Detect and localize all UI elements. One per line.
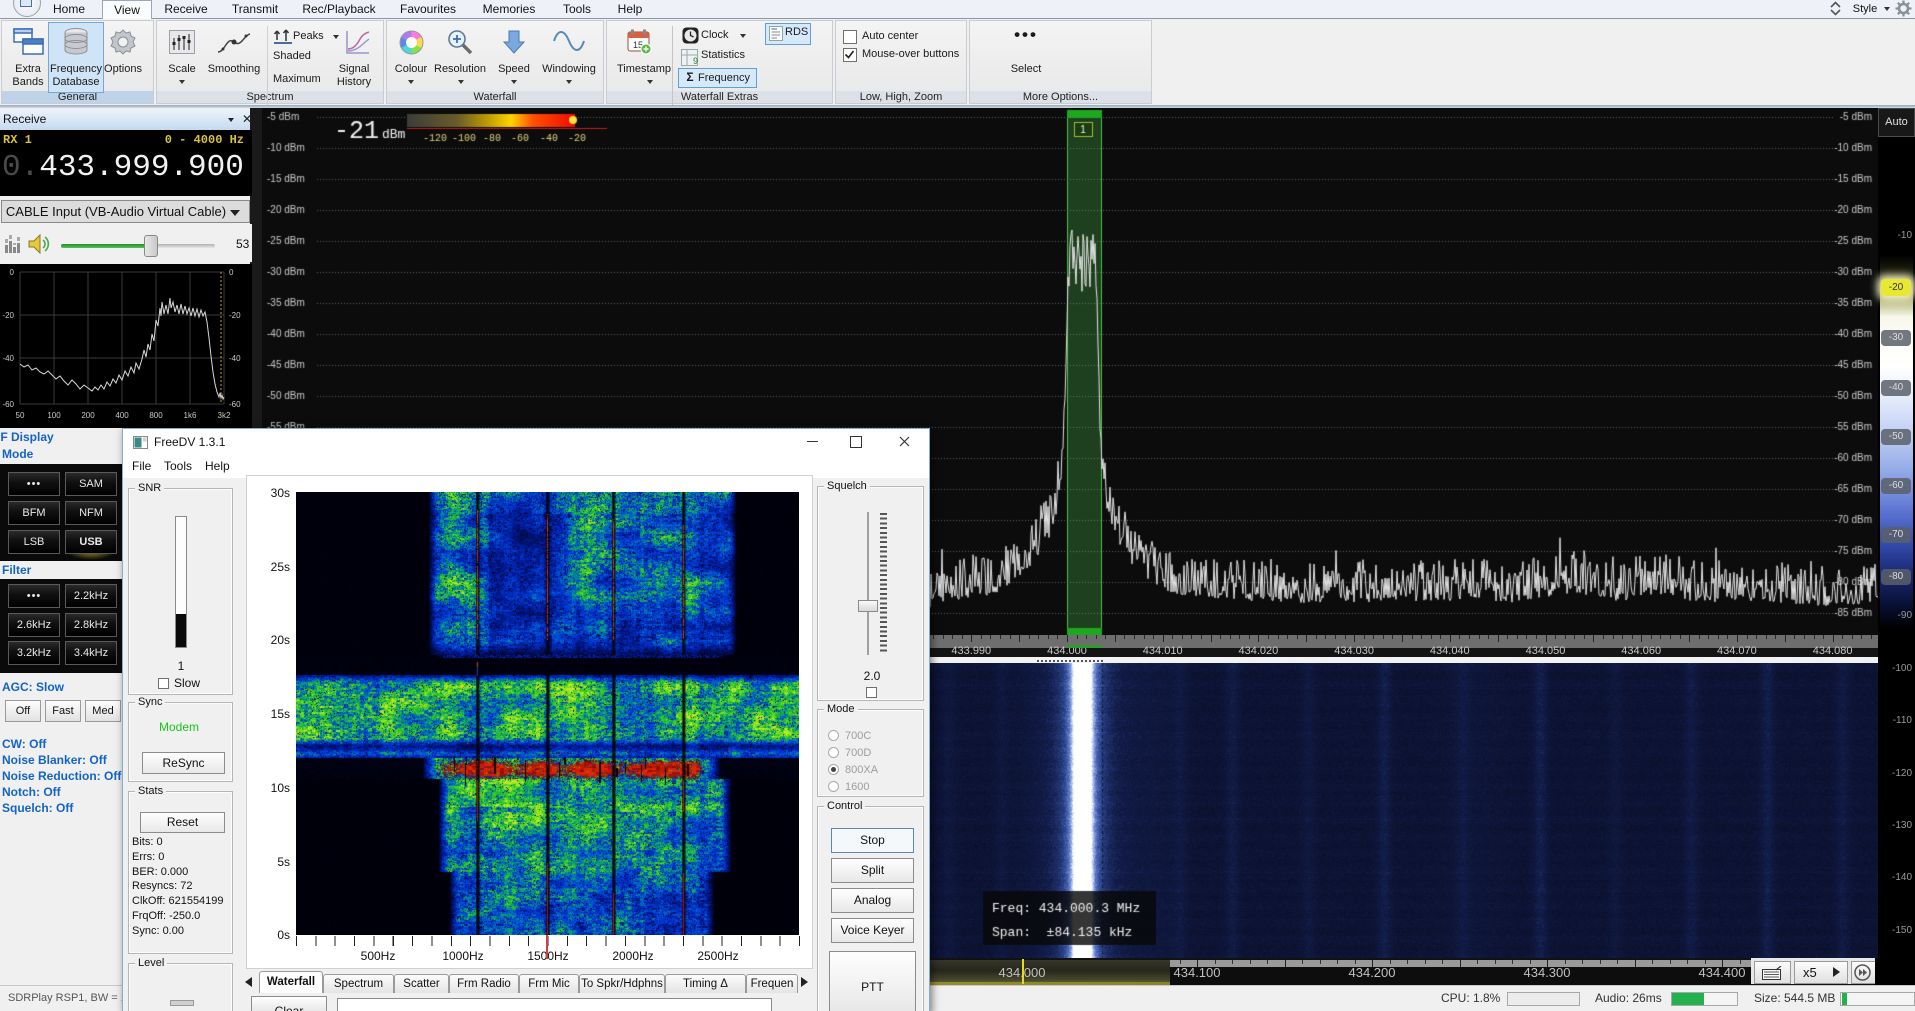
svg-text:800: 800 bbox=[149, 411, 163, 420]
svg-text:-60: -60 bbox=[229, 400, 241, 409]
svg-text:3k2: 3k2 bbox=[218, 411, 231, 420]
svg-text:9: 9 bbox=[693, 56, 698, 66]
svg-text:1k6: 1k6 bbox=[184, 411, 197, 420]
svg-text:0: 0 bbox=[10, 268, 15, 277]
svg-text:50: 50 bbox=[16, 411, 25, 420]
svg-text:-20: -20 bbox=[229, 311, 241, 320]
svg-text:200: 200 bbox=[81, 411, 95, 420]
svg-text:-40: -40 bbox=[2, 354, 14, 363]
svg-text:-60: -60 bbox=[2, 400, 14, 409]
svg-text:-40: -40 bbox=[229, 354, 241, 363]
svg-text:400: 400 bbox=[115, 411, 129, 420]
svg-text:0: 0 bbox=[229, 268, 234, 277]
svg-text:-20: -20 bbox=[2, 311, 14, 320]
svg-text:100: 100 bbox=[47, 411, 61, 420]
